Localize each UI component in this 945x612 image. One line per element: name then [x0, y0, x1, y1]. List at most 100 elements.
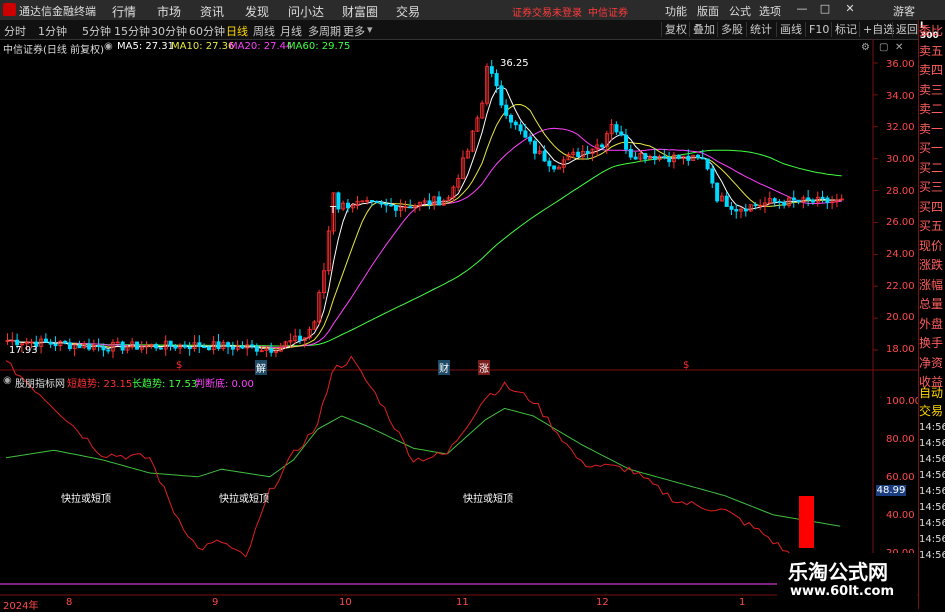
mark-button[interactable]: 标记: [831, 22, 860, 37]
period-fenshi[interactable]: 分时: [4, 23, 26, 39]
period-60min[interactable]: 60分钟: [189, 23, 225, 39]
date-tick: 1: [739, 597, 746, 608]
stats-button[interactable]: 统计: [746, 22, 775, 37]
quote-label: 总量: [919, 297, 944, 311]
quote-label: 卖四: [919, 63, 944, 77]
period-more[interactable]: 更多: [343, 23, 365, 39]
quote-label: 卖二: [919, 102, 944, 116]
title-bar: 通达信金融终端 行情 市场 资讯 发现 问小达 财富圈 交易 证券交易未登录 中…: [0, 0, 945, 21]
trade-time: 14:56: [919, 470, 945, 481]
more-chevron-icon[interactable]: ▾: [367, 23, 373, 36]
signal-text: 快拉或短顶: [61, 494, 111, 505]
menu-banmian[interactable]: 版面: [697, 3, 719, 19]
trade-login-alert[interactable]: 证券交易未登录: [512, 4, 582, 19]
trade-label[interactable]: 交易: [919, 402, 945, 419]
candlestick-group: [5, 60, 844, 359]
quote-label: 净资: [919, 355, 944, 370]
period-monthly[interactable]: 月线: [280, 23, 302, 39]
high-price-label: 36.25: [500, 58, 529, 69]
multi-stock-button[interactable]: 多股: [717, 22, 746, 37]
indicator-tick: 60.00: [886, 472, 915, 483]
menu-gongshi[interactable]: 公式: [729, 3, 751, 19]
draw-line-button[interactable]: 画线: [776, 22, 805, 37]
quote-label: 买四: [919, 199, 944, 214]
signal-text: 快拉或短顶: [219, 494, 269, 505]
quote-label: 买三: [919, 180, 944, 194]
period-toolbar: 分时 1分钟 5分钟 15分钟 30分钟 60分钟 日线 周线 月线 多周期 更…: [0, 21, 945, 40]
event-mark[interactable]: 涨: [478, 360, 490, 375]
event-mark[interactable]: $: [176, 360, 182, 371]
menu-hangqing[interactable]: 行情: [112, 3, 136, 20]
period-30min[interactable]: 30分钟: [151, 23, 187, 39]
date-tick: 12: [596, 597, 609, 608]
menu-caifuquan[interactable]: 财富圈: [342, 3, 378, 20]
quote-label: 涨跌: [919, 258, 944, 272]
minimize-icon[interactable]: —: [795, 2, 809, 16]
menu-zixun[interactable]: 资讯: [200, 3, 224, 20]
ma10-line: [7, 103, 842, 350]
indicator-tick: 40.00: [886, 510, 915, 521]
price-chart-svg[interactable]: [0, 39, 918, 609]
long-trend-label: 长趋势: 17.53: [132, 379, 198, 390]
date-tick: 8: [66, 597, 73, 608]
price-tick: 30.00: [886, 154, 915, 165]
price-tick: 18.00: [886, 344, 915, 355]
period-15min[interactable]: 15分钟: [114, 23, 150, 39]
ma60-line: [7, 149, 842, 347]
price-tick: 22.00: [886, 281, 915, 292]
signal-text: 快拉或短顶: [463, 494, 513, 505]
quote-label: 买一: [919, 141, 944, 155]
date-tick: 2024年: [3, 601, 39, 612]
fuquan-button[interactable]: 复权: [661, 22, 690, 37]
quote-label: 卖五: [919, 43, 944, 58]
period-daily[interactable]: 日线: [226, 23, 248, 39]
trade-time: 14:56: [919, 438, 945, 449]
maximize-icon[interactable]: □: [818, 2, 832, 16]
price-tick: 34.00: [886, 91, 915, 102]
current-value-badge: 48.99: [876, 485, 906, 496]
short-trend-label: 短趋势: 23.15: [67, 379, 133, 390]
date-tick: 9: [212, 597, 219, 608]
period-5min[interactable]: 5分钟: [82, 23, 111, 39]
indicator-settings-icon[interactable]: ◉: [3, 375, 12, 386]
price-tick: 20.00: [886, 312, 915, 323]
app-logo-icon: [3, 3, 16, 16]
event-mark[interactable]: 财: [438, 360, 450, 375]
watermark-url: www.60lt.com: [790, 584, 895, 599]
period-weekly[interactable]: 周线: [253, 23, 275, 39]
event-mark[interactable]: 解: [255, 360, 267, 375]
f10-button[interactable]: F10: [805, 22, 832, 37]
overlay-button[interactable]: 叠加: [689, 22, 718, 37]
quote-label: 买二: [919, 160, 944, 175]
menu-gongneng[interactable]: 功能: [665, 3, 687, 19]
trade-time: 14:56: [919, 550, 945, 561]
menu-faxian[interactable]: 发现: [245, 3, 269, 20]
trade-time: 14:56: [919, 486, 945, 497]
period-multi[interactable]: 多周期: [308, 23, 341, 39]
quote-label: 买五: [919, 219, 944, 233]
menu-jiaoyi[interactable]: 交易: [396, 3, 420, 20]
t-mark: T: [330, 205, 337, 216]
back-button[interactable]: 返回: [892, 22, 921, 37]
broker-alert[interactable]: 中信证券: [588, 4, 628, 19]
close-icon[interactable]: ✕: [843, 2, 857, 16]
period-1min[interactable]: 1分钟: [38, 23, 67, 39]
menu-wenxiaoda[interactable]: 问小达: [288, 3, 324, 20]
price-tick: 36.00: [886, 59, 915, 70]
menu-shichang[interactable]: 市场: [157, 3, 181, 20]
indicator-name[interactable]: 股朋指标网: [15, 375, 65, 390]
guest-label[interactable]: 游客: [893, 3, 915, 19]
trade-label[interactable]: 自动: [919, 384, 945, 401]
event-mark[interactable]: $: [683, 360, 689, 371]
quote-label: 换手: [919, 336, 944, 350]
signal-bar: [799, 496, 814, 548]
trade-time: 14:56: [919, 502, 945, 513]
bottom-label: 判断底: 0.00: [195, 379, 254, 390]
watermark-title: 乐淘公式网: [788, 560, 888, 584]
price-tick: 24.00: [886, 249, 915, 260]
menu-xuanxiang[interactable]: 选项: [759, 3, 781, 19]
quote-label: 委比: [919, 24, 944, 38]
indicator-tick: 100.00: [886, 396, 921, 407]
date-tick: 10: [339, 597, 352, 608]
quote-label: 卖三: [919, 82, 944, 97]
